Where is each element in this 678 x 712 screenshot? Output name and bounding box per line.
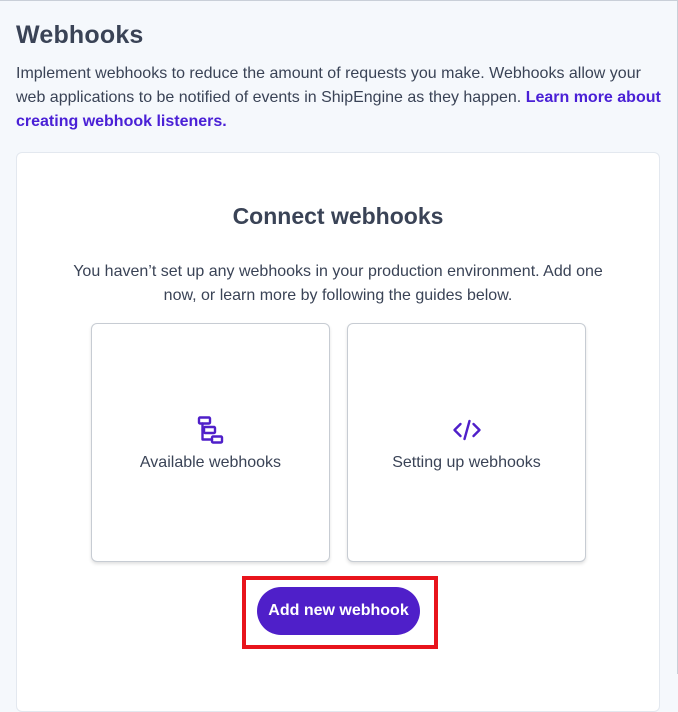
- connect-webhooks-card: Connect webhooks You haven’t set up any …: [16, 152, 660, 712]
- add-new-webhook-button[interactable]: Add new webhook: [257, 587, 420, 635]
- page-title: Webhooks: [16, 21, 144, 49]
- available-webhooks-tile[interactable]: Available webhooks: [91, 323, 330, 562]
- card-description: You haven’t set up any webhooks in your …: [73, 263, 603, 304]
- setting-up-webhooks-tile[interactable]: Setting up webhooks: [347, 323, 586, 562]
- available-webhooks-label: Available webhooks: [139, 454, 282, 471]
- webhooks-page: Webhooks Implement webhooks to reduce th…: [0, 1, 677, 712]
- flow-diagram-icon: [197, 416, 223, 444]
- card-title: Connect webhooks: [232, 203, 444, 229]
- setting-up-webhooks-label: Setting up webhooks: [392, 454, 541, 471]
- code-icon: [452, 419, 481, 441]
- intro-paragraph: Implement webhooks to reduce the amount …: [16, 62, 664, 134]
